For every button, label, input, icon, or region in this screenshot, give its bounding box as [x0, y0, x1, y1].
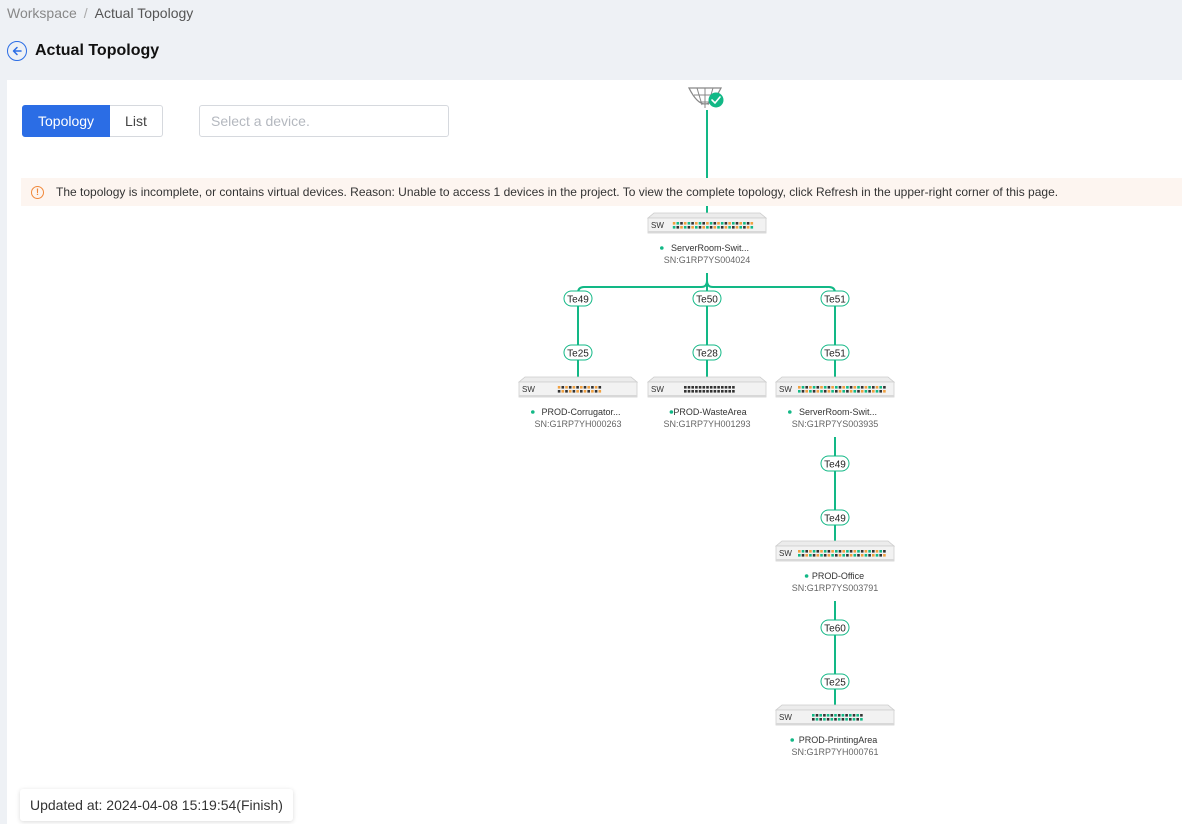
device-serial: SN:G1RP7YH001293: [663, 419, 750, 429]
device-serial: SN:G1RP7YS003935: [792, 419, 879, 429]
port-label-lower: Te49: [820, 509, 850, 526]
device-corr[interactable]: SW PROD-Corrugator... SN:G1RP7YH000263: [517, 376, 639, 429]
device-name: ServerRoom-Swit...: [799, 407, 877, 417]
device-type-label: SW: [779, 549, 792, 558]
port-name: Te49: [567, 295, 589, 306]
device-sr2[interactable]: SW ServerRoom-Swit... SN:G1RP7YS003935: [774, 376, 896, 429]
port-label-lower: Te51: [820, 344, 850, 361]
port-label-upper: Te49: [820, 455, 850, 472]
online-status-dot: [790, 738, 794, 742]
update-status-value: 2024-04-08 15:19:54(Finish): [106, 797, 283, 813]
breadcrumb: Workspace / Actual Topology: [7, 5, 193, 21]
link-root-sr2: [706, 273, 836, 377]
device-type-label: SW: [779, 713, 792, 722]
update-status: Updated at: 2024-04-08 15:19:54(Finish): [20, 789, 293, 821]
switch-icon: [647, 217, 767, 234]
online-status-dot: [788, 410, 792, 414]
port-name: Te28: [696, 349, 718, 360]
device-name: PROD-Office: [812, 571, 864, 581]
page-title: Actual Topology: [35, 42, 160, 59]
switch-icon: [775, 545, 895, 562]
online-status-dot: [804, 574, 809, 578]
device-print[interactable]: SW PROD-PrintingArea SN:G1RP7YH000761: [774, 704, 896, 757]
online-status-dot: [531, 410, 535, 414]
port-label-upper: Te50: [692, 290, 722, 307]
device-serial: SN:G1RP7YH000263: [534, 419, 621, 429]
gateway-layer: [687, 87, 724, 108]
ports-layer: Te49 Te25 Te50 Te28 Te51 Te51 Te49 Te49 Te60 Te25: [563, 290, 850, 690]
switch-chassis-top: [646, 212, 768, 219]
warning-text: The topology is incomplete, or contains …: [56, 185, 1059, 199]
device-serial: SN:G1RP7YS004024: [664, 255, 751, 265]
link-root-corr: [577, 273, 708, 377]
switch-chassis-top: [646, 376, 768, 383]
device-type-label: SW: [651, 221, 664, 230]
device-waste[interactable]: SW PROD-WasteArea SN:G1RP7YH001293: [646, 376, 768, 429]
device-root[interactable]: SW ServerRoom-Swit... SN:G1RP7YS004024: [646, 212, 768, 265]
port-label-lower: Te28: [692, 344, 722, 361]
port-name: Te25: [567, 349, 589, 360]
device-name: PROD-WasteArea: [673, 407, 746, 417]
device-name: PROD-PrintingArea: [799, 735, 878, 745]
device-serial: SN:G1RP7YS003791: [792, 583, 879, 593]
update-status-label: Updated at:: [30, 797, 103, 813]
topology-card: SW ServerRoom-Swit... SN:G1RP7YS004024 SW PR…: [7, 80, 1182, 824]
port-label-upper: Te49: [563, 290, 593, 307]
port-name: Te51: [824, 349, 846, 360]
device-type-label: SW: [651, 385, 664, 394]
device-serial: SN:G1RP7YH000761: [791, 747, 878, 757]
breadcrumb-workspace-link[interactable]: Workspace: [7, 5, 77, 21]
online-status-dot: [669, 410, 674, 414]
port-name: Te49: [824, 460, 846, 471]
title-row: Actual Topology: [7, 41, 159, 61]
online-check-icon: [708, 92, 724, 108]
port-label-upper: Te60: [820, 619, 850, 636]
back-arrow-icon[interactable]: [7, 41, 27, 61]
breadcrumb-current: Actual Topology: [94, 5, 194, 21]
switch-icon: [647, 381, 767, 398]
tab-topology[interactable]: Topology: [22, 105, 111, 137]
device-office[interactable]: SW PROD-Office SN:G1RP7YS003791: [774, 540, 896, 593]
device-name: ServerRoom-Swit...: [671, 243, 749, 253]
warning-banner: ! The topology is incomplete, or contain…: [21, 178, 1182, 206]
switch-chassis-top: [774, 540, 896, 547]
port-name: Te49: [824, 514, 846, 525]
device-type-label: SW: [779, 385, 792, 394]
info-icon: !: [31, 185, 44, 199]
port-name: Te60: [824, 624, 846, 635]
device-name: PROD-Corrugator...: [541, 407, 620, 417]
port-label-upper: Te51: [820, 290, 850, 307]
online-status-dot: [660, 246, 664, 250]
switch-chassis-top: [774, 704, 896, 711]
port-name: Te50: [696, 295, 718, 306]
port-name: Te51: [824, 295, 846, 306]
switch-icon: [775, 709, 895, 726]
device-search-input[interactable]: [199, 105, 449, 137]
tab-list[interactable]: List: [110, 105, 163, 137]
view-toggle: Topology List: [22, 105, 163, 137]
switch-chassis-top: [517, 376, 639, 383]
port-label-lower: Te25: [820, 673, 850, 690]
port-label-lower: Te25: [563, 344, 593, 361]
switch-icon: [518, 381, 638, 398]
device-type-label: SW: [522, 385, 535, 394]
switch-chassis-top: [774, 376, 896, 383]
breadcrumb-separator: /: [83, 5, 88, 21]
port-name: Te25: [824, 678, 846, 689]
switch-icon: [775, 381, 895, 398]
